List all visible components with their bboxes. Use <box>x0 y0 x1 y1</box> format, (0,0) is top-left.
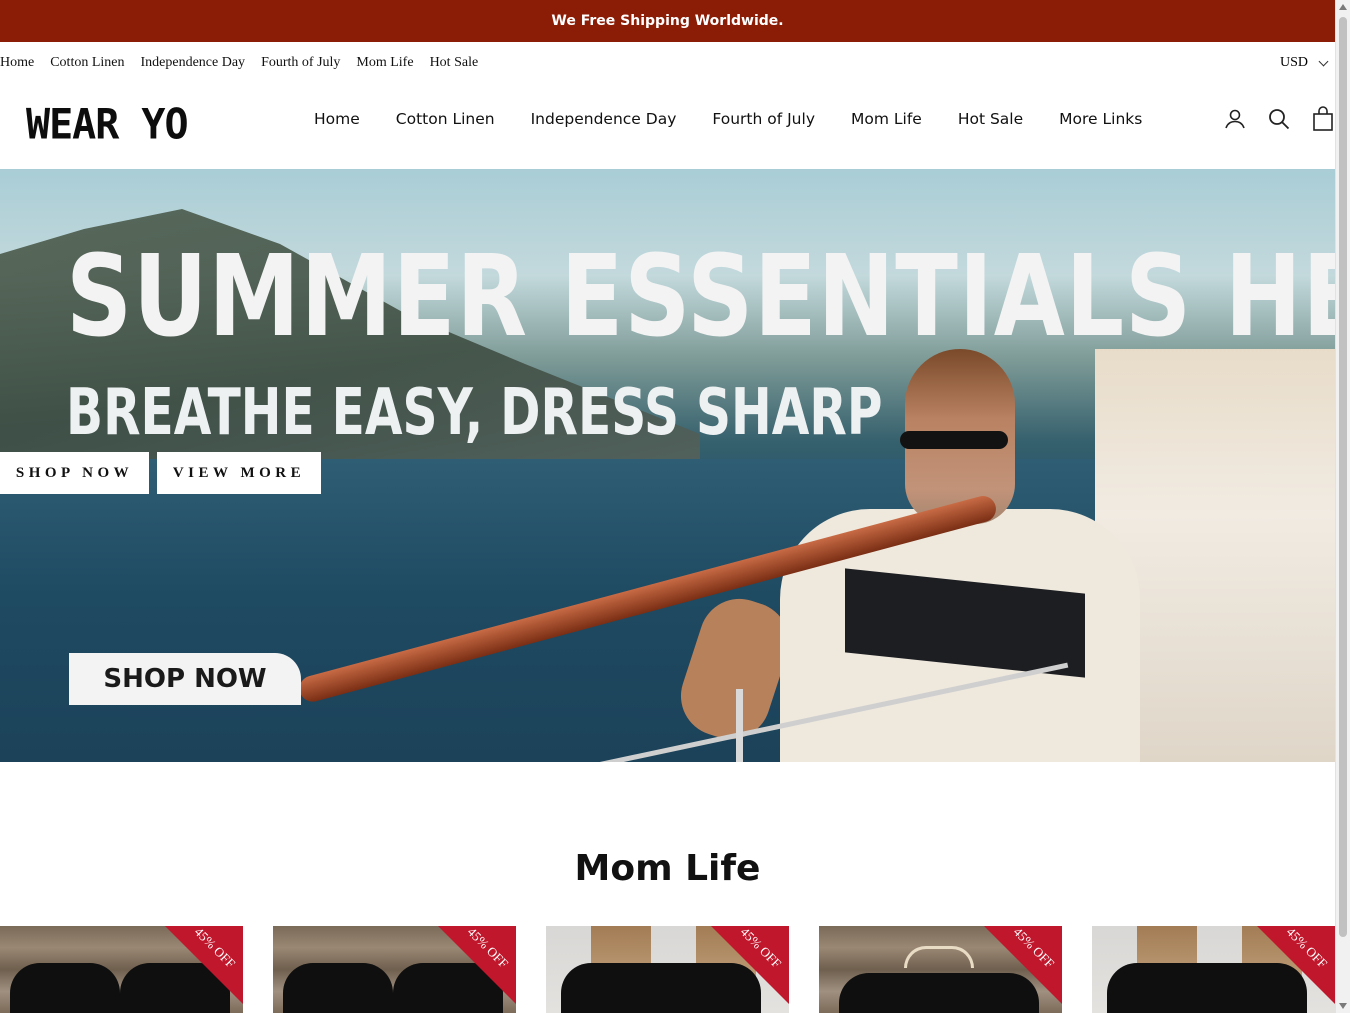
currency-value: USD <box>1279 55 1308 70</box>
nav-fourth-of-july[interactable]: Fourth of July <box>694 110 833 128</box>
announcement-text: We Free Shipping Worldwide. <box>551 13 784 29</box>
tshirt-shape <box>1107 963 1307 1013</box>
page: We Free Shipping Worldwide. Home Cotton … <box>0 0 1335 1013</box>
product-card[interactable]: 45% OFF <box>546 926 789 1013</box>
currency-selector[interactable]: USD <box>1279 55 1329 71</box>
scroll-up-arrow-icon[interactable] <box>1339 4 1347 10</box>
nav-cotton-linen[interactable]: Cotton Linen <box>378 110 513 128</box>
tshirt-shape <box>283 963 393 1013</box>
header-icons <box>1223 106 1335 132</box>
product-card[interactable]: 45% OFF <box>1092 926 1335 1013</box>
hanger-shape <box>904 946 974 968</box>
tshirt-shape <box>561 963 761 1013</box>
announcement-bar: We Free Shipping Worldwide. <box>0 0 1335 42</box>
tshirt-shape <box>10 963 120 1013</box>
logo[interactable]: WEAR YO <box>26 101 189 149</box>
utility-link-fourth-of-july[interactable]: Fourth of July <box>261 55 340 71</box>
cart-icon[interactable] <box>1311 106 1335 132</box>
hero-banner: SUMMER ESSENTIALS HERE BREATHE EASY, DRE… <box>0 169 1335 762</box>
nav-home[interactable]: Home <box>296 110 378 128</box>
scrollbar-thumb[interactable] <box>1339 17 1347 937</box>
hero-shop-now-graphic[interactable]: SHOP NOW <box>69 653 301 705</box>
utility-link-hot-sale[interactable]: Hot Sale <box>430 55 479 71</box>
tshirt-shape <box>839 973 1039 1013</box>
nav-hot-sale[interactable]: Hot Sale <box>940 110 1041 128</box>
hero-subtitle: BREATHE EASY, DRESS SHARP <box>66 376 883 450</box>
chevron-down-icon <box>1318 56 1329 66</box>
account-icon[interactable] <box>1223 106 1247 132</box>
site-header: WEAR YO Home Cotton Linen Independence D… <box>0 84 1335 169</box>
search-icon[interactable] <box>1267 106 1291 132</box>
nav-more-links[interactable]: More Links <box>1041 110 1160 128</box>
hero-title: SUMMER ESSENTIALS HERE <box>66 232 1335 362</box>
utility-link-cotton-linen[interactable]: Cotton Linen <box>50 55 124 71</box>
utility-link-mom-life[interactable]: Mom Life <box>356 55 413 71</box>
nav-mom-life[interactable]: Mom Life <box>833 110 940 128</box>
section-title: Mom Life <box>574 848 761 889</box>
utility-link-independence-day[interactable]: Independence Day <box>141 55 246 71</box>
shop-now-button[interactable]: SHOP NOW <box>0 452 149 494</box>
main-nav: Home Cotton Linen Independence Day Fourt… <box>296 110 1160 128</box>
hero-model-sunglasses <box>900 431 1008 449</box>
utility-bar: Home Cotton Linen Independence Day Fourt… <box>0 42 1335 84</box>
product-card[interactable]: 45% OFF <box>0 926 243 1013</box>
view-more-button[interactable]: VIEW MORE <box>157 452 321 494</box>
product-card[interactable]: 45% OFF <box>273 926 516 1013</box>
nav-independence-day[interactable]: Independence Day <box>513 110 695 128</box>
utility-link-home[interactable]: Home <box>0 55 34 71</box>
page-scrollbar[interactable] <box>1335 0 1350 1013</box>
scroll-down-arrow-icon[interactable] <box>1339 1003 1347 1009</box>
hero-railing-post <box>736 689 743 762</box>
product-card[interactable]: 45% OFF <box>819 926 1062 1013</box>
utility-nav: Home Cotton Linen Independence Day Fourt… <box>0 55 478 71</box>
product-grid: 45% OFF 45% OFF 45% OFF 45% OFF 45% OFF <box>0 926 1335 1013</box>
hero-buttons: SHOP NOW VIEW MORE <box>0 452 321 494</box>
